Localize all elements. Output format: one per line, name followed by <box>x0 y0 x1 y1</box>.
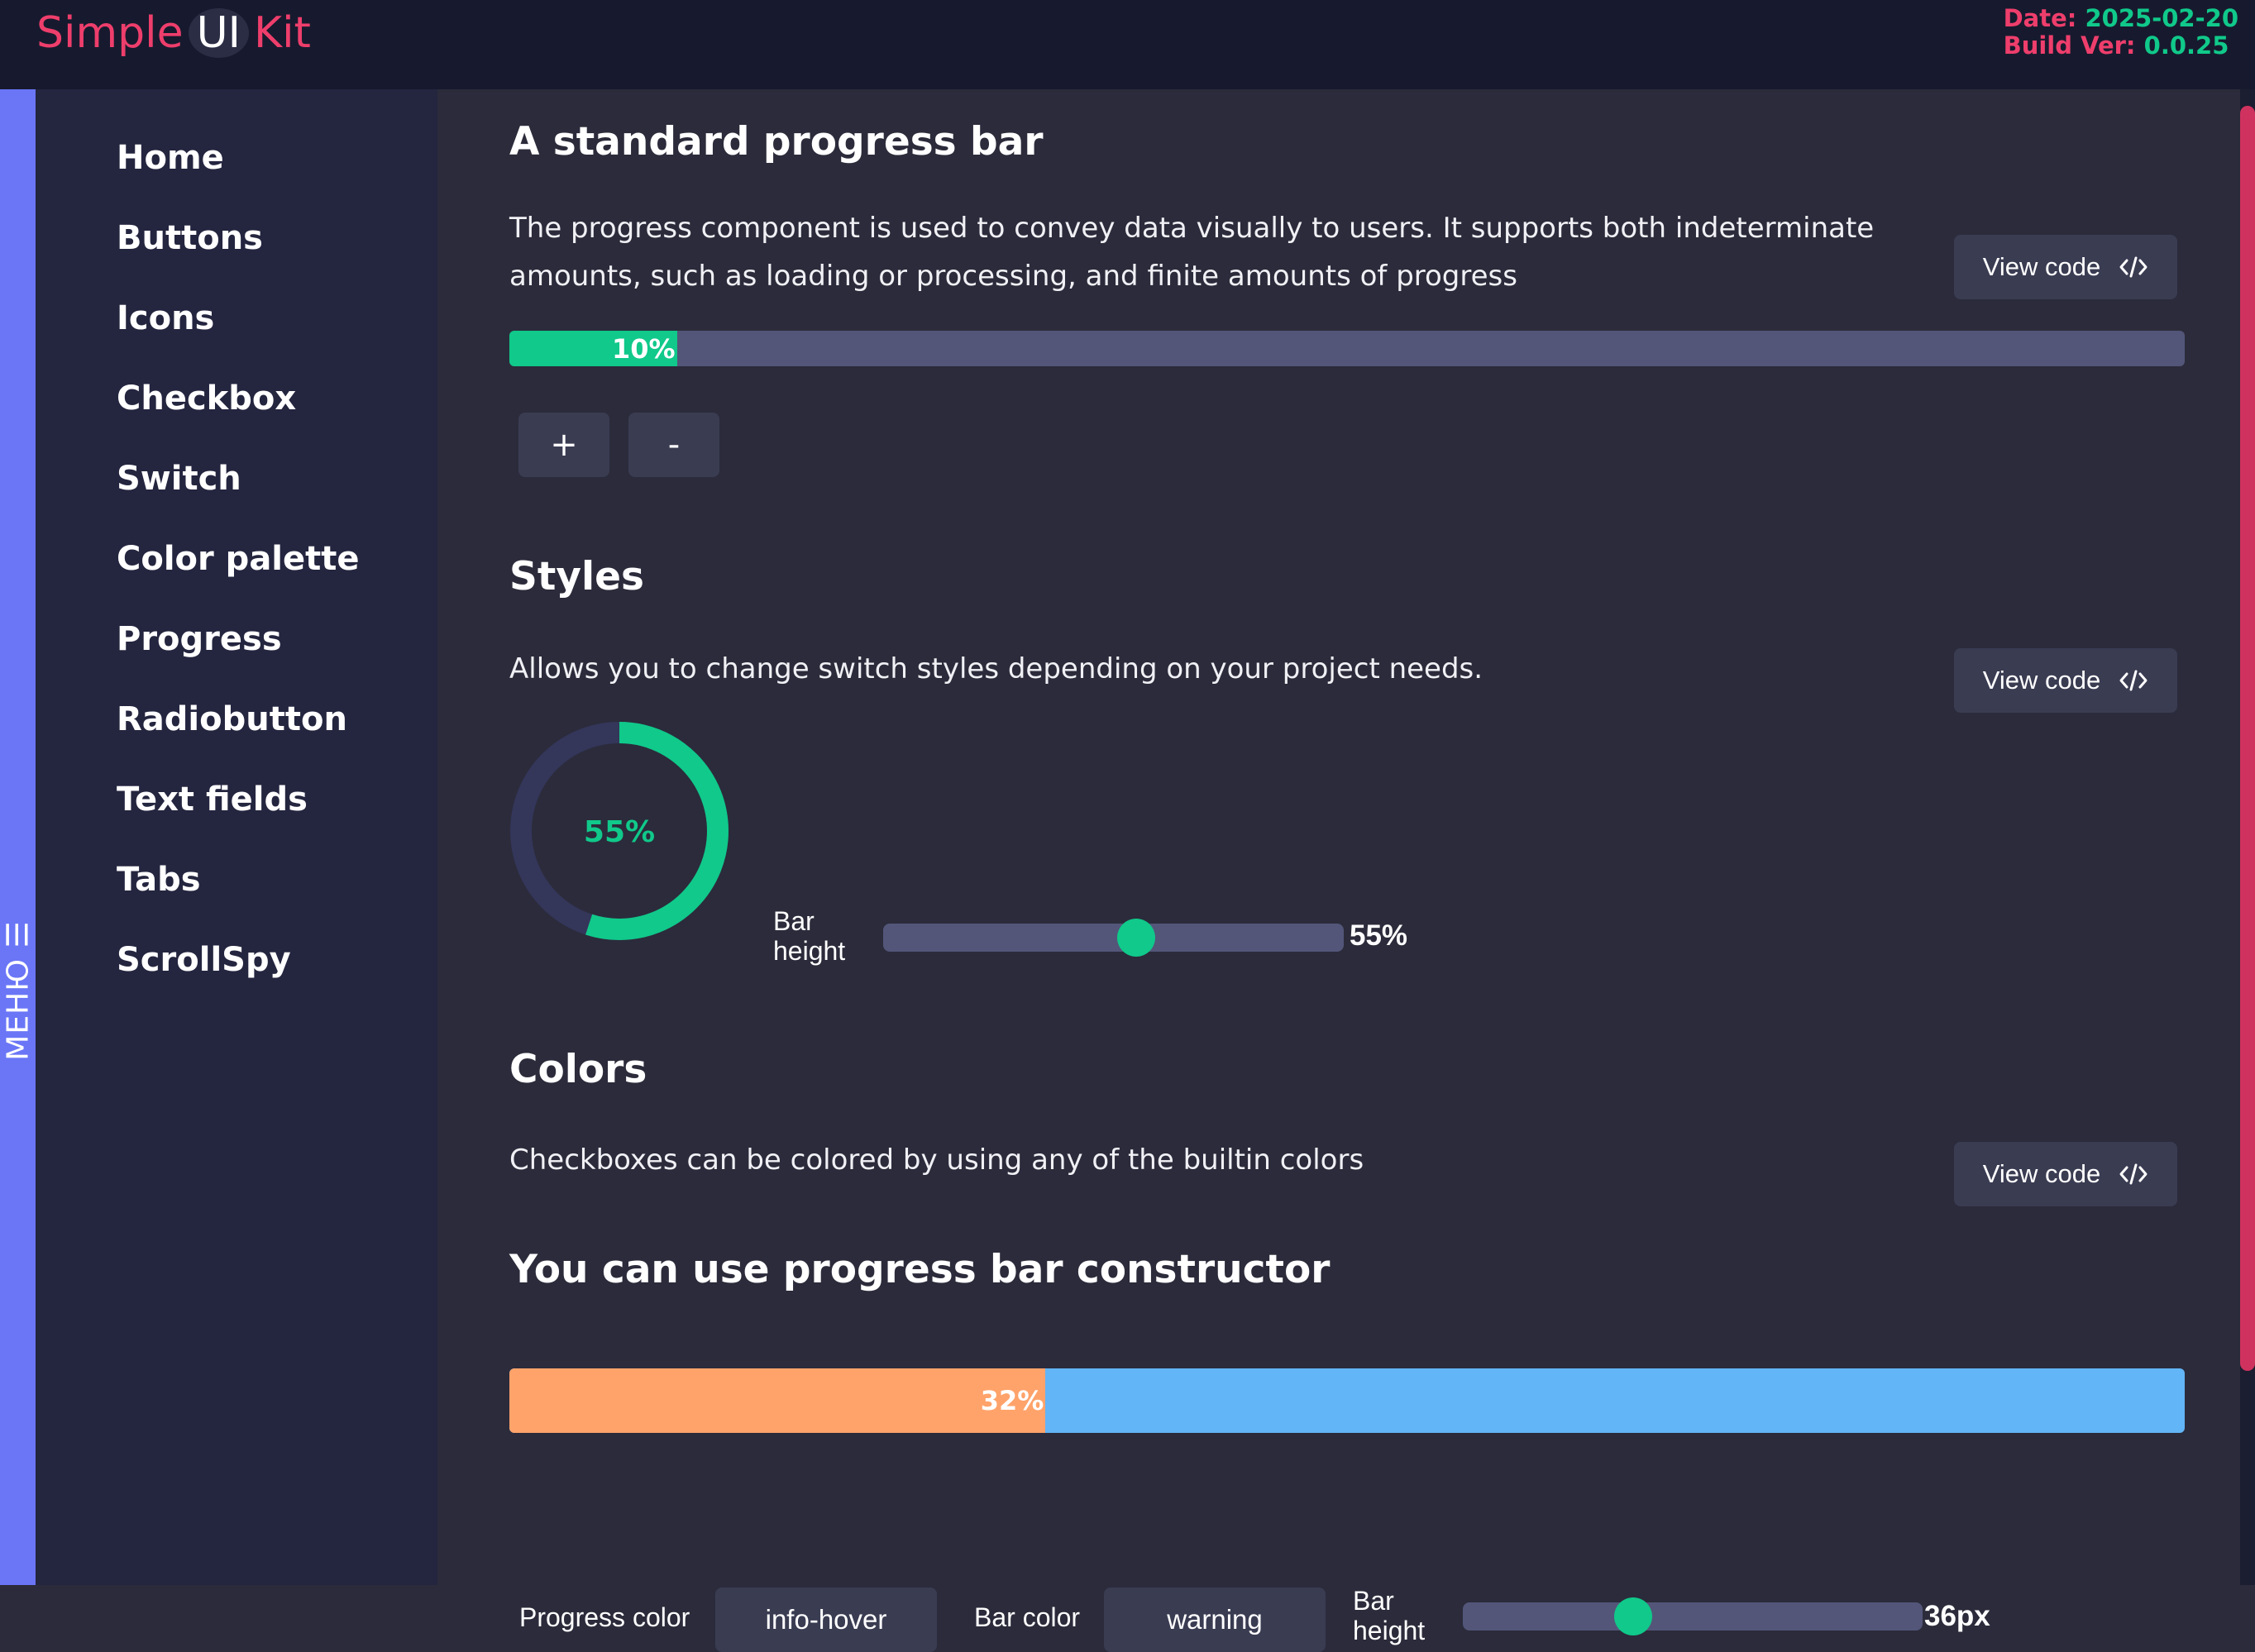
build-info: Date: 2025-02-20 Build Ver: 0.0.25 <box>2004 5 2238 60</box>
sidebar-item-text-fields[interactable]: Text fields <box>117 775 308 824</box>
sidebar-item-radiobutton[interactable]: Radiobutton <box>117 695 347 744</box>
code-brackets-icon <box>2119 670 2148 691</box>
scrollbar-thumb[interactable] <box>2240 106 2255 1371</box>
code-brackets-icon <box>2119 256 2148 278</box>
bar-color-label: Bar color <box>974 1602 1081 1632</box>
section-description-colors: Checkboxes can be colored by using any o… <box>509 1144 1364 1177</box>
section-description-styles: Allows you to change switch styles depen… <box>509 652 1483 685</box>
constructor-progress-label: 32% <box>980 1385 1044 1416</box>
view-code-button-colors[interactable]: View code <box>1954 1142 2177 1206</box>
build-label: Build Ver: <box>2003 31 2136 60</box>
section-description-standard: The progress component is used to convey… <box>509 212 1875 293</box>
view-code-label: View code <box>1982 666 2101 695</box>
sidebar-item-switch[interactable]: Switch <box>117 454 241 504</box>
sidebar-item-checkbox[interactable]: Checkbox <box>117 374 296 423</box>
constructor-bar-height-label: Bar height <box>1353 1586 1426 1645</box>
sidebar-item-color-palette[interactable]: Color palette <box>117 534 360 584</box>
sidebar-nav: Home Buttons Icons Checkbox Switch Color… <box>36 89 437 1585</box>
section-title-constructor: You can use progress bar constructor <box>509 1247 1331 1292</box>
standard-progress-label: 10% <box>612 332 676 365</box>
constructor-progress-fill: 32% <box>509 1368 1046 1433</box>
sidebar-item-icons[interactable]: Icons <box>117 294 214 343</box>
styles-bar-height-slider[interactable] <box>883 919 1344 957</box>
date-label: Date: <box>2003 4 2077 32</box>
circular-progress-label: 55% <box>584 815 655 849</box>
bar-color-select[interactable]: warning <box>1104 1588 1326 1652</box>
sidebar-item-home[interactable]: Home <box>117 133 224 183</box>
sidebar-item-buttons[interactable]: Buttons <box>117 213 263 263</box>
code-brackets-icon <box>2119 1163 2148 1185</box>
logo-part-kit: Kit <box>253 8 311 58</box>
decrement-button[interactable]: - <box>628 413 719 477</box>
progress-color-label: Progress color <box>519 1602 690 1632</box>
top-header: Simple UI Kit Date: 2025-02-20 Build Ver: … <box>0 0 2255 89</box>
increment-button[interactable]: + <box>518 413 609 477</box>
section-title-standard: A standard progress bar <box>509 119 1044 165</box>
section-title-styles: Styles <box>509 554 644 599</box>
build-value: 0.0.25 <box>2143 31 2229 60</box>
standard-progress-fill: 10% <box>509 331 677 366</box>
standard-progress-bar: 10% <box>509 331 2185 366</box>
sidebar-item-tabs[interactable]: Tabs <box>117 855 201 905</box>
constructor-bar-height-slider[interactable] <box>1463 1597 1923 1635</box>
sidebar-item-progress[interactable]: Progress <box>117 614 282 664</box>
view-code-button-styles[interactable]: View code <box>1954 648 2177 713</box>
app-logo[interactable]: Simple UI Kit <box>36 3 311 63</box>
logo-part-simple: Simple <box>36 8 184 58</box>
view-code-label: View code <box>1982 252 2101 281</box>
circular-progress: 55% <box>510 722 729 940</box>
section-title-colors: Colors <box>509 1047 647 1092</box>
date-value: 2025-02-20 <box>2085 4 2239 32</box>
styles-slider-value: 55% <box>1350 919 1408 952</box>
slider-thumb[interactable] <box>1613 1597 1652 1635</box>
page-scrollbar[interactable] <box>2240 89 2255 1585</box>
view-code-button-standard[interactable]: View code <box>1954 235 2177 299</box>
constructor-slider-value: 36px <box>1924 1600 1990 1632</box>
sidebar-item-scrollspy[interactable]: ScrollSpy <box>117 935 291 985</box>
view-code-label: View code <box>1982 1159 2101 1188</box>
logo-part-ui: UI <box>188 8 249 58</box>
menu-toggle-label: МЕНЮ ☰ <box>1 920 35 1061</box>
slider-thumb[interactable] <box>1117 919 1156 957</box>
main-content: A standard progress bar The progress com… <box>437 89 2240 1652</box>
styles-bar-height-label: Bar height <box>773 906 846 966</box>
menu-toggle-button[interactable]: МЕНЮ ☰ <box>0 858 36 1123</box>
progress-color-select[interactable]: info-hover <box>715 1588 937 1652</box>
menu-strip: МЕНЮ ☰ <box>0 89 36 1585</box>
constructor-progress-bar: 32% <box>509 1368 2185 1433</box>
